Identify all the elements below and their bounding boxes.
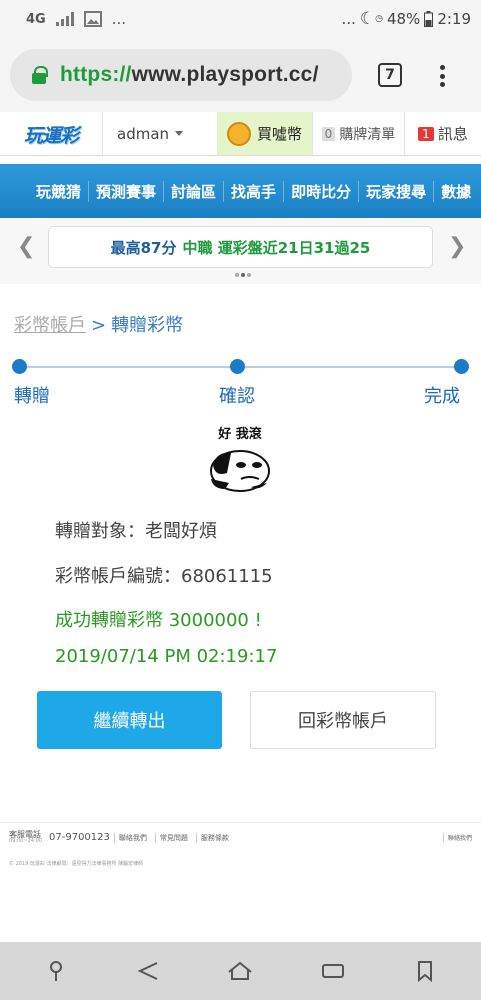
signal-icon xyxy=(55,12,74,26)
sticker-caption: 好 我滾 xyxy=(218,427,262,442)
clock: 2:19 xyxy=(437,10,471,28)
panda-sticker: 好 我滾 xyxy=(207,423,273,493)
battery-icon xyxy=(424,11,434,27)
cart-count-badge: 0 xyxy=(321,126,336,141)
status-bar: 4G ... ... ☾ ◷ 48% 2:19 xyxy=(0,0,481,38)
footer-link-terms[interactable]: 服務條款 xyxy=(195,832,233,843)
username: adman xyxy=(117,124,170,143)
footer-link-contact[interactable]: 聯絡我們 xyxy=(113,832,151,843)
success-message: 成功轉贈彩幣 3000000 ! xyxy=(55,610,262,631)
chevron-right-icon[interactable]: ❯ xyxy=(448,236,468,258)
ticker: ❮ 最高87分 中職 運彩盤近21日31過25 ❯ xyxy=(0,218,481,284)
copyright-text: © 2019 玩運彩 法律顧問：遠見得力法律事務所 陳鍛宏律師 xyxy=(9,861,144,867)
footer-divider xyxy=(0,822,481,823)
buy-coins-button[interactable]: 買噓幣 xyxy=(217,112,312,155)
nav-item-forum[interactable]: 討論區 xyxy=(164,180,225,202)
step-label-transfer: 轉贈 xyxy=(14,386,50,407)
ticker-banner[interactable]: 最高87分 中職 運彩盤近21日31過25 xyxy=(48,226,433,268)
address-bar[interactable]: https://www.playsport.cc/ xyxy=(10,49,352,101)
messages-label: 訊息 xyxy=(437,125,468,143)
carousel-dots xyxy=(235,273,251,277)
footer: 客服電話 09:00~24:00 07-9700123 聯絡我們 常見問題 服務… xyxy=(9,831,472,844)
step-label-confirm: 確認 xyxy=(219,386,255,407)
site-logo[interactable]: 玩運彩 xyxy=(0,112,102,156)
network-indicator: 4G xyxy=(26,11,46,27)
purchase-list-label: 購牌清單 xyxy=(339,126,396,143)
more-notifications: ... xyxy=(111,10,127,28)
caret-down-icon xyxy=(175,131,184,136)
bookmark-icon[interactable] xyxy=(405,951,445,991)
image-icon xyxy=(83,11,102,27)
ticker-score: 最高87分 xyxy=(110,238,177,257)
step-dot-confirm xyxy=(230,359,245,374)
more-status: ... xyxy=(341,10,356,28)
purchase-list-button[interactable]: 0 購牌清單 xyxy=(312,112,404,155)
panda-face-icon xyxy=(210,450,270,492)
tab-switcher-button[interactable]: 7 xyxy=(378,63,402,87)
breadcrumb: 彩幣帳戶 > 轉贈彩幣 xyxy=(14,311,183,337)
nav-item-guess[interactable]: 玩競猜 xyxy=(26,180,90,202)
recent-apps-icon[interactable] xyxy=(313,951,353,991)
recipient-text: 轉贈對象：老闆好煩 xyxy=(55,521,217,542)
breadcrumb-current: 轉贈彩幣 xyxy=(111,315,184,336)
menu-icon[interactable] xyxy=(440,65,446,87)
user-menu[interactable]: adman xyxy=(102,112,217,155)
site-header: 玩運彩 adman 買噓幣 0 購牌清單 1 訊息 xyxy=(0,112,481,156)
continue-transfer-button[interactable]: 繼續轉出 xyxy=(37,691,222,749)
step-label-done: 完成 xyxy=(424,386,460,407)
battery-percent: 48% xyxy=(386,10,421,28)
buy-coins-label: 買噓幣 xyxy=(256,125,302,143)
account-number-text: 彩幣帳戶編號：68061115 xyxy=(55,566,273,587)
alarm-icon: ◷ xyxy=(375,14,383,24)
page: 4G ... ... ☾ ◷ 48% 2:19 https://www.play… xyxy=(0,0,481,1000)
coin-icon xyxy=(226,121,251,146)
nav-item-player-search[interactable]: 玩家搜尋 xyxy=(359,180,435,202)
pin-icon[interactable] xyxy=(36,951,76,991)
service-phone-number[interactable]: 07-9700123 xyxy=(49,832,110,843)
ticker-record: 中職 運彩盤近21日31過25 xyxy=(182,238,371,257)
messages-button[interactable]: 1 訊息 xyxy=(404,112,481,155)
android-nav-bar xyxy=(0,942,481,1000)
main-nav: 玩競猜 預測賽事 討論區 找高手 即時比分 玩家搜尋 數據 xyxy=(0,164,481,218)
breadcrumb-separator: > xyxy=(91,315,107,336)
nav-item-stats[interactable]: 數據 xyxy=(434,181,478,202)
step-dot-transfer xyxy=(12,359,27,374)
browser-toolbar: https://www.playsport.cc/ 7 xyxy=(0,38,481,112)
footer-link-faq[interactable]: 常見問題 xyxy=(154,832,192,843)
moon-icon: ☾ xyxy=(359,9,376,29)
home-icon[interactable] xyxy=(220,951,260,991)
transfer-datetime: 2019/07/14 PM 02:19:17 xyxy=(55,646,278,667)
footer-contact-link[interactable]: 聯絡我們 xyxy=(443,833,472,842)
url-text: https://www.playsport.cc/ xyxy=(60,63,319,86)
back-to-account-button[interactable]: 回彩幣帳戶 xyxy=(250,691,436,749)
lock-icon xyxy=(32,66,48,84)
service-hours: 09:00~24:00 xyxy=(9,838,43,844)
nav-item-predict[interactable]: 預測賽事 xyxy=(89,180,165,202)
step-dot-done xyxy=(454,359,469,374)
nav-item-experts[interactable]: 找高手 xyxy=(224,180,285,202)
breadcrumb-coin-account[interactable]: 彩幣帳戶 xyxy=(14,315,86,336)
chevron-left-icon[interactable]: ❮ xyxy=(17,236,37,258)
nav-item-livescore[interactable]: 即時比分 xyxy=(284,180,360,202)
message-count-badge: 1 xyxy=(418,126,434,141)
back-icon[interactable] xyxy=(128,951,168,991)
